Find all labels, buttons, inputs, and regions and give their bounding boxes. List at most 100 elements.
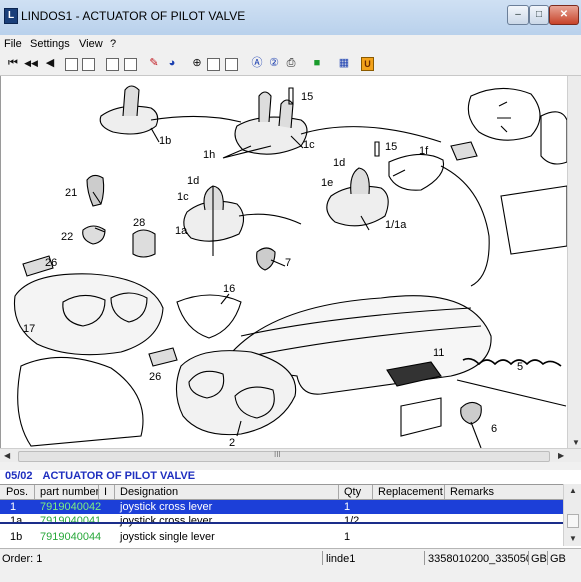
list-icon[interactable] (106, 58, 119, 71)
status-lang-2: GB (550, 553, 566, 565)
callout-22: 22 (61, 231, 73, 243)
callout-1h: 1h (203, 149, 215, 161)
scroll-left-icon[interactable]: ◀ (4, 451, 10, 460)
cell-qty: 1 (344, 531, 351, 543)
separator (0, 462, 581, 470)
menu-help[interactable]: ? (110, 38, 116, 50)
callout-1-1a: 1/1a (385, 219, 407, 231)
status-divider (528, 551, 529, 565)
callout-15: 15 (301, 91, 313, 103)
scroll-down-icon[interactable]: ▼ (572, 438, 580, 447)
callout-1e: 1e (321, 177, 333, 189)
callout-1a: 1a (175, 225, 188, 237)
table-vertical-scrollbar[interactable]: ▲ ▼ (563, 484, 581, 546)
filter-icon[interactable] (82, 58, 95, 71)
status-codes: 3358010200_3350502 (428, 553, 528, 565)
table-scroll-thumb[interactable] (567, 514, 579, 528)
col-divider (34, 485, 35, 499)
toolbar: ⏮ ◀◀ ◀ ✎ ◕ ⊕ Ⓐ ② ⎙ ■ ▦ U (0, 53, 581, 76)
parts-diagram: 15 1b 1h 1c 15 1f 1d 1e 1/1a 21 1d 1c 1a… (13, 85, 568, 448)
drawing-horizontal-scrollbar[interactable]: ◀ III ▶ (0, 448, 581, 463)
status-divider (547, 551, 548, 565)
callout-15b: 15 (385, 141, 397, 153)
menu-settings[interactable]: Settings (30, 38, 70, 50)
minimize-button[interactable]: – (507, 5, 529, 25)
col-replacement[interactable]: Replacement (378, 486, 443, 498)
status-order: Order: 1 (2, 553, 43, 565)
callout-2: 2 (229, 437, 235, 448)
tools-icon[interactable]: ✎ (147, 56, 161, 71)
cell-designation: joystick cross lever (120, 501, 213, 513)
zoom-box-icon[interactable] (207, 58, 220, 71)
menu-view[interactable]: View (79, 38, 103, 50)
col-part-number[interactable]: part number (40, 486, 99, 498)
cell-part-number: 7919040041 (40, 515, 102, 527)
fit-page-icon[interactable] (225, 58, 238, 71)
prev-icon[interactable]: ◀ (43, 56, 57, 71)
first-icon[interactable]: ⏮ (6, 56, 20, 71)
scroll-thumb[interactable]: III (18, 450, 550, 462)
row-divider (0, 522, 563, 524)
save-icon[interactable]: ■ (310, 56, 324, 71)
col-divider (338, 485, 339, 499)
drawing-vertical-scrollbar[interactable]: ▼ (567, 76, 581, 448)
col-qty[interactable]: Qty (344, 486, 361, 498)
menu-bar: File Settings View ? (0, 35, 581, 53)
section-code: 05/02 (5, 470, 33, 482)
callout-5: 5 (517, 361, 523, 373)
col-divider (114, 485, 115, 499)
app-icon[interactable]: L (4, 8, 18, 24)
callout-26: 26 (45, 257, 57, 269)
doc-icon[interactable] (124, 58, 137, 71)
zoom-in-icon[interactable]: ⊕ (190, 56, 204, 71)
info-a-icon[interactable]: Ⓐ (250, 56, 264, 71)
col-pos[interactable]: Pos. (6, 486, 28, 498)
status-lang-1: GB (531, 553, 547, 565)
table-row[interactable]: 1a 7919040041 joystick cross lever 1/2 (0, 514, 563, 528)
status-bar: Order: 1 linde1 3358010200_3350502 GB GB (0, 548, 581, 582)
exploded-view-drawing[interactable]: 15 1b 1h 1c 15 1f 1d 1e 1/1a 21 1d 1c 1a… (0, 76, 568, 448)
cell-pos: 1a (10, 515, 23, 527)
callout-1c: 1c (303, 139, 315, 151)
cell-qty: 1 (344, 501, 351, 513)
status-divider (322, 551, 323, 565)
grid-icon[interactable]: ▦ (337, 56, 351, 71)
table-row[interactable]: 1b 7919040044 joystick single lever 1 (0, 530, 563, 544)
callout-7: 7 (285, 257, 291, 269)
cell-pos: 1 (10, 501, 17, 513)
col-divider (372, 485, 373, 499)
table-scroll-down-icon[interactable]: ▼ (569, 534, 577, 543)
menu-file[interactable]: File (4, 38, 22, 50)
table-scroll-up-icon[interactable]: ▲ (569, 486, 577, 495)
col-designation[interactable]: Designation (120, 486, 178, 498)
col-divider (98, 485, 99, 499)
callout-6: 6 (491, 423, 497, 435)
cell-pos: 1b (10, 531, 23, 543)
prev-fast-icon[interactable]: ◀◀ (22, 56, 40, 71)
table-header: Pos. part number I Designation Qty Repla… (0, 485, 563, 500)
print-preview-icon[interactable] (65, 58, 78, 71)
u-icon[interactable]: U (361, 57, 374, 71)
close-button[interactable]: ✕ (549, 5, 579, 25)
callout-1b: 1b (159, 135, 171, 147)
info-2-icon[interactable]: ② (267, 56, 281, 71)
callout-11: 11 (433, 347, 444, 359)
printer-icon[interactable]: ⎙ (284, 56, 298, 71)
scroll-right-icon[interactable]: ▶ (558, 451, 564, 460)
maximize-button[interactable]: □ (529, 5, 549, 25)
col-i[interactable]: I (104, 486, 107, 498)
callout-1f: 1f (419, 145, 429, 157)
title-bar: L LINDOS1 - ACTUATOR OF PILOT VALVE – □ … (0, 0, 581, 36)
callout-28: 28 (133, 217, 145, 229)
section-title: 05/02 ACTUATOR OF PILOT VALVE (5, 470, 205, 482)
cell-qty: 1/2 (344, 515, 360, 527)
globe-icon[interactable]: ◕ (165, 56, 179, 71)
callout-17: 17 (23, 323, 35, 335)
col-remarks[interactable]: Remarks (450, 486, 494, 498)
callout-21: 21 (65, 187, 77, 199)
window-title: LINDOS1 - ACTUATOR OF PILOT VALVE (21, 9, 246, 23)
table-row[interactable]: 1 7919040042 joystick cross lever 1 (0, 500, 563, 514)
cell-designation: joystick single lever (120, 531, 215, 543)
thumb-grip: III (274, 450, 281, 459)
callout-26b: 26 (149, 371, 161, 383)
